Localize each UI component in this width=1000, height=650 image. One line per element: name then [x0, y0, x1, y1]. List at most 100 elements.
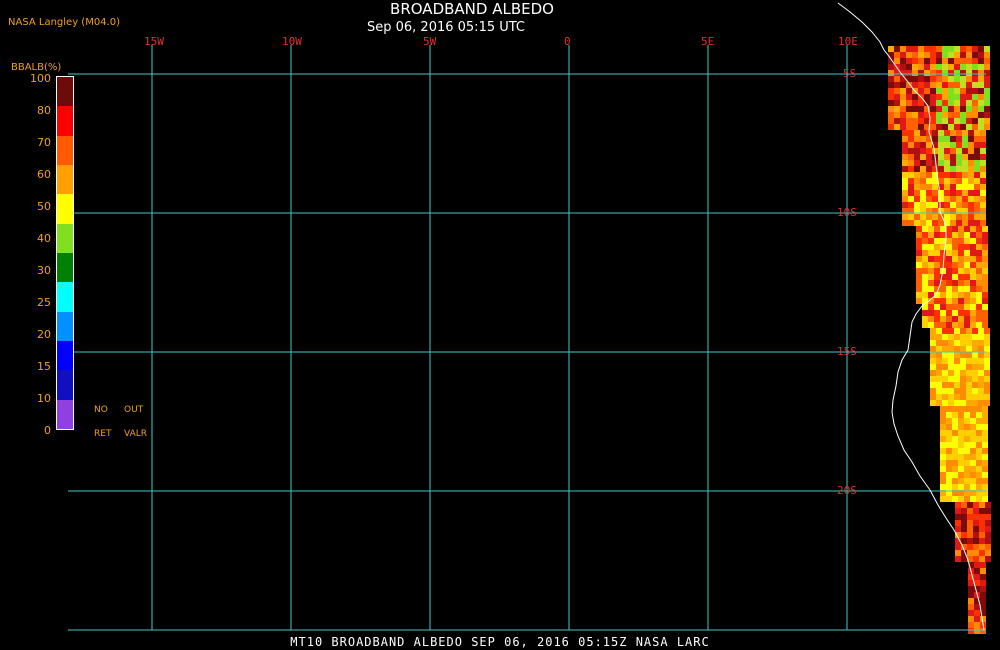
albedo-cell — [960, 88, 966, 94]
albedo-cell — [958, 316, 964, 322]
albedo-cell — [966, 334, 972, 340]
albedo-cell — [946, 292, 952, 298]
albedo-cell — [902, 196, 908, 202]
albedo-cell — [964, 298, 970, 304]
albedo-cell — [962, 136, 968, 142]
albedo-cell — [972, 52, 978, 58]
albedo-cell — [948, 340, 954, 346]
albedo-cell — [908, 148, 914, 154]
albedo-cell — [980, 598, 986, 604]
albedo-cell — [920, 142, 926, 148]
albedo-cell — [940, 250, 946, 256]
albedo-cell — [966, 376, 972, 382]
albedo-cell — [974, 562, 980, 568]
albedo-cell — [924, 88, 930, 94]
albedo-cell — [938, 190, 944, 196]
albedo-cell — [966, 382, 972, 388]
albedo-cell — [978, 70, 984, 76]
colorbar-swatch — [57, 106, 73, 137]
albedo-cell — [916, 244, 922, 250]
albedo-cell — [932, 196, 938, 202]
albedo-cell — [888, 100, 894, 106]
albedo-cell — [940, 292, 946, 298]
albedo-cell — [976, 412, 982, 418]
albedo-cell — [982, 436, 988, 442]
albedo-cell — [934, 250, 940, 256]
albedo-cell — [914, 220, 920, 226]
albedo-cell — [972, 376, 978, 382]
albedo-cell — [976, 256, 982, 262]
colorbar-label: 40 — [37, 232, 51, 245]
albedo-cell — [922, 256, 928, 262]
albedo-cell — [930, 388, 936, 394]
albedo-cell — [950, 154, 956, 160]
albedo-cell — [942, 100, 948, 106]
albedo-cell — [916, 238, 922, 244]
albedo-cell — [964, 442, 970, 448]
albedo-cell — [968, 214, 974, 220]
albedo-cell — [908, 130, 914, 136]
albedo-cell — [984, 346, 990, 352]
albedo-cell — [978, 334, 984, 340]
albedo-cell — [940, 232, 946, 238]
albedo-cell — [954, 82, 960, 88]
albedo-cell — [912, 106, 918, 112]
albedo-cell — [966, 370, 972, 376]
albedo-cell — [928, 322, 934, 328]
albedo-cell — [972, 82, 978, 88]
albedo-cell — [982, 298, 988, 304]
albedo-cell — [946, 280, 952, 286]
albedo-cell — [982, 484, 988, 490]
albedo-cell — [961, 538, 967, 544]
albedo-cell — [936, 82, 942, 88]
albedo-cell — [976, 424, 982, 430]
albedo-cell — [902, 154, 908, 160]
albedo-cell — [982, 310, 988, 316]
albedo-cell — [982, 412, 988, 418]
albedo-cell — [928, 310, 934, 316]
albedo-cell — [960, 64, 966, 70]
albedo-cell — [972, 400, 978, 406]
albedo-cell — [922, 322, 928, 328]
albedo-cell — [934, 280, 940, 286]
colorbar-swatch — [57, 282, 73, 313]
albedo-cell — [938, 160, 944, 166]
albedo-cell — [956, 190, 962, 196]
albedo-cell — [976, 430, 982, 436]
albedo-cell — [948, 124, 954, 130]
albedo-cell — [940, 484, 946, 490]
albedo-cell — [976, 496, 982, 502]
albedo-cell — [970, 478, 976, 484]
albedo-cell — [902, 166, 908, 172]
albedo-cell — [900, 118, 906, 124]
albedo-cell — [955, 556, 961, 562]
albedo-cell — [936, 46, 942, 52]
albedo-cell — [985, 556, 991, 562]
albedo-cell — [936, 328, 942, 334]
colorbar-label: 70 — [37, 136, 51, 149]
legend-note-no: NO — [94, 405, 108, 415]
albedo-cell — [912, 76, 918, 82]
albedo-cell — [948, 112, 954, 118]
albedo-cell — [974, 628, 980, 634]
colorbar-swatch — [57, 370, 73, 401]
albedo-cell — [948, 64, 954, 70]
albedo-cell — [948, 394, 954, 400]
albedo-cell — [982, 454, 988, 460]
albedo-cell — [936, 88, 942, 94]
albedo-cell — [950, 214, 956, 220]
albedo-cell — [934, 298, 940, 304]
albedo-cell — [942, 88, 948, 94]
albedo-cell — [985, 520, 991, 526]
albedo-cell — [960, 340, 966, 346]
albedo-cell — [962, 190, 968, 196]
albedo-cell — [958, 304, 964, 310]
albedo-cell — [950, 196, 956, 202]
albedo-cell — [972, 64, 978, 70]
albedo-cell — [948, 82, 954, 88]
albedo-cell — [979, 526, 985, 532]
albedo-cell — [948, 352, 954, 358]
albedo-cell — [976, 250, 982, 256]
albedo-cell — [906, 52, 912, 58]
albedo-cell — [955, 550, 961, 556]
